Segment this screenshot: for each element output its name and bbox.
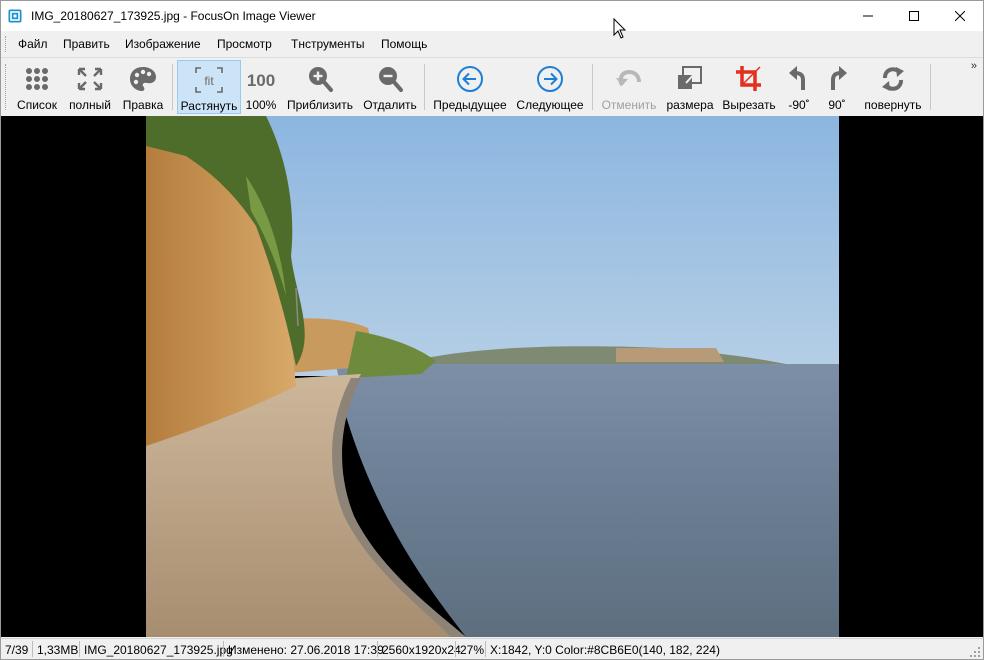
status-dimensions: 2560x1920x24 (382, 643, 461, 657)
rotate-right-button[interactable]: 90˚ (822, 60, 852, 114)
previous-button[interactable]: Предыдущее (430, 60, 510, 114)
list-button[interactable]: Список (12, 60, 62, 114)
rotate-right-icon (831, 66, 847, 90)
status-divider (32, 641, 33, 657)
zoom-in-button[interactable]: Приблизить (283, 60, 357, 114)
image-viewport[interactable] (1, 116, 983, 637)
palette-icon (130, 67, 156, 91)
toolbar-overflow-button[interactable]: » (971, 60, 977, 72)
status-pixel-info: X:1842, Y:0 Color:#8CB6E0(140, 182, 224) (490, 643, 720, 657)
undo-button[interactable]: Отменить (598, 60, 660, 114)
crop-label: Вырезать (722, 98, 776, 112)
crop-button[interactable]: Вырезать (720, 60, 778, 114)
window-title: IMG_20180627_173925.jpg - FocusOn Image … (31, 9, 316, 23)
status-index: 7/39 (5, 643, 29, 657)
edit-button[interactable]: Правка (119, 60, 167, 114)
fullscreen-icon (77, 67, 103, 91)
rotate-label: повернуть (864, 98, 922, 112)
zoom-out-button[interactable]: Отдалить (361, 60, 419, 114)
maximize-button[interactable] (891, 1, 937, 31)
status-divider (79, 641, 80, 657)
zoom-in-icon (309, 67, 333, 92)
status-divider (485, 641, 486, 657)
resize-grip-icon[interactable] (970, 647, 980, 657)
resize-button[interactable]: размера (664, 60, 716, 114)
maximize-icon (909, 11, 919, 21)
previous-label: Предыдущее (433, 98, 507, 112)
toolbar-separator (930, 64, 931, 110)
toolbar: Список полный Правка fit Растянуть 100 1… (1, 58, 983, 116)
status-divider (377, 641, 378, 657)
menu-file[interactable]: Файл (18, 37, 48, 51)
minimize-icon (863, 15, 873, 17)
app-icon (8, 9, 22, 23)
undo-label: Отменить (601, 98, 657, 112)
undo-icon (616, 69, 641, 87)
zoom-out-label: Отдалить (363, 98, 417, 112)
fullscreen-button[interactable]: полный (64, 60, 116, 114)
fullscreen-label: полный (69, 98, 111, 112)
actual-size-button[interactable]: 100 100% (243, 60, 279, 114)
toolbar-separator (592, 64, 593, 110)
actual-size-icon: 100 (247, 71, 275, 90)
next-label: Следующее (516, 98, 584, 112)
zoom-out-icon (379, 67, 403, 92)
fit-icon: fit (195, 67, 223, 93)
status-bar: 7/39 1,33MB IMG_20180627_173925.jpg Изме… (1, 638, 983, 659)
mouse-cursor-icon (613, 18, 627, 39)
status-zoom: 27% (460, 643, 485, 657)
grid-icon (26, 68, 48, 90)
app-window: IMG_20180627_173925.jpg - FocusOn Image … (0, 0, 984, 660)
rotate-icon (882, 67, 904, 91)
arrow-left-icon (457, 66, 483, 92)
menu-grip[interactable] (5, 36, 9, 52)
fit-badge: fit (204, 74, 214, 88)
next-button[interactable]: Следующее (514, 60, 586, 114)
rotate-left-button[interactable]: -90˚ (784, 60, 814, 114)
status-divider (455, 641, 456, 657)
status-modified: Изменено: 27.06.2018 17:39 (228, 643, 384, 657)
close-button[interactable] (937, 1, 983, 31)
rotate-left-label: -90˚ (788, 98, 810, 112)
zoom-in-label: Приблизить (287, 98, 353, 112)
resize-icon (678, 66, 702, 89)
status-filesize: 1,33MB (37, 643, 79, 657)
actual-size-badge: 100 (247, 71, 275, 90)
rotate-right-label: 90˚ (828, 98, 846, 112)
rotate-button[interactable]: повернуть (860, 60, 926, 114)
toolbar-grip[interactable] (5, 64, 9, 110)
fit-label: Растянуть (180, 99, 238, 113)
crop-icon (736, 66, 761, 91)
minimize-button[interactable] (845, 1, 891, 31)
menu-tools[interactable]: Тнструменты (291, 37, 365, 51)
actual-size-label: 100% (245, 98, 277, 112)
edit-label: Правка (122, 98, 164, 112)
menu-edit[interactable]: Править (63, 37, 110, 51)
status-divider (223, 641, 224, 657)
menu-view[interactable]: Просмотр (217, 37, 272, 51)
menu-image[interactable]: Изображение (125, 37, 201, 51)
menu-bar: Файл Править Изображение Просмотр Тнстру… (1, 31, 983, 58)
rotate-left-icon (789, 66, 805, 90)
menu-help[interactable]: Помощь (381, 37, 427, 51)
arrow-right-icon (537, 66, 563, 92)
status-filename: IMG_20180627_173925.jpg (84, 643, 233, 657)
photo-image (146, 116, 839, 637)
toolbar-separator (172, 64, 173, 110)
title-bar[interactable]: IMG_20180627_173925.jpg - FocusOn Image … (1, 1, 983, 31)
list-label: Список (17, 98, 57, 112)
resize-label: размера (666, 98, 714, 112)
fit-button[interactable]: fit Растянуть (177, 60, 241, 114)
toolbar-separator (424, 64, 425, 110)
close-icon (955, 11, 965, 21)
